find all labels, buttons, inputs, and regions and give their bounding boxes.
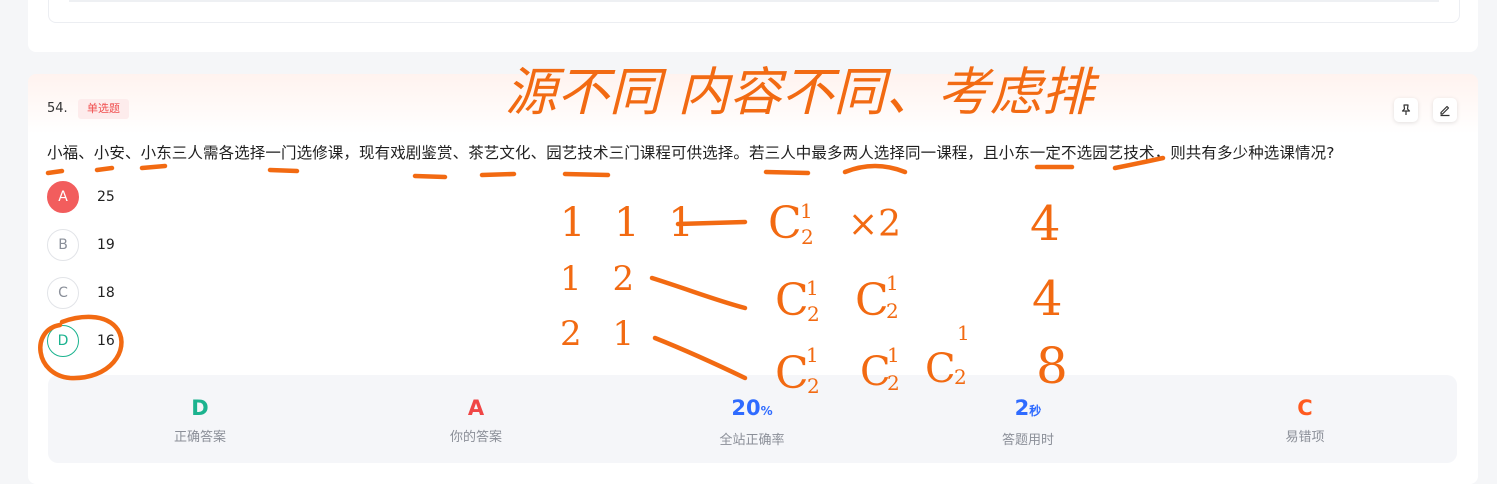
pin-button[interactable] [1394,98,1418,122]
common-wrong-label: 易错项 [1285,430,1325,445]
option-text: 18 [97,285,115,301]
correct-answer-value: D [191,396,209,420]
common-wrong-value: C [1297,396,1313,420]
edit-icon [1440,105,1450,117]
option-b[interactable]: B 19 [47,229,347,263]
option-letter: D [47,325,79,357]
option-d[interactable]: D 16 [47,325,347,359]
previous-question-footer [48,0,1460,23]
stat-time-used: 2秒 答题用时 [918,395,1138,448]
option-text: 25 [97,189,115,205]
time-used-label: 答题用时 [1001,433,1054,448]
site-accuracy-label: 全站正确率 [719,433,785,448]
answer-stats-panel: D 正确答案 A 你的答案 20% 全站正确率 2秒 答题用时 C 易错项 [48,375,1457,463]
time-used-value: 2 [1014,396,1030,420]
site-accuracy-value: 20 [731,396,761,420]
your-answer-value: A [467,396,485,420]
question-type-tag: 单选题 [78,99,129,119]
your-answer-label: 你的答案 [449,430,502,445]
option-text: 19 [97,237,115,253]
site-accuracy-unit: % [760,404,773,418]
stat-common-wrong: C 易错项 [1195,395,1415,445]
option-letter: A [47,181,79,213]
time-used-unit: 秒 [1029,404,1042,418]
question-number: 54. [47,101,68,116]
previous-question-card [28,0,1478,52]
correct-answer-label: 正确答案 [173,430,226,445]
pin-icon [1401,104,1411,115]
stat-your-answer: A 你的答案 [366,395,586,445]
stat-correct-answer: D 正确答案 [90,395,310,445]
option-letter: B [47,229,79,261]
question-stem: 小福、小安、小东三人需各选择一门选修课，现有戏剧鉴赏、茶艺文化、园艺技术三门课程… [47,144,1335,162]
option-c[interactable]: C 18 [47,277,347,311]
stat-site-accuracy: 20% 全站正确率 [642,395,862,448]
edit-button[interactable] [1433,98,1457,122]
option-letter: C [47,277,79,309]
option-a[interactable]: A 25 [47,181,347,215]
option-text: 16 [97,333,115,349]
